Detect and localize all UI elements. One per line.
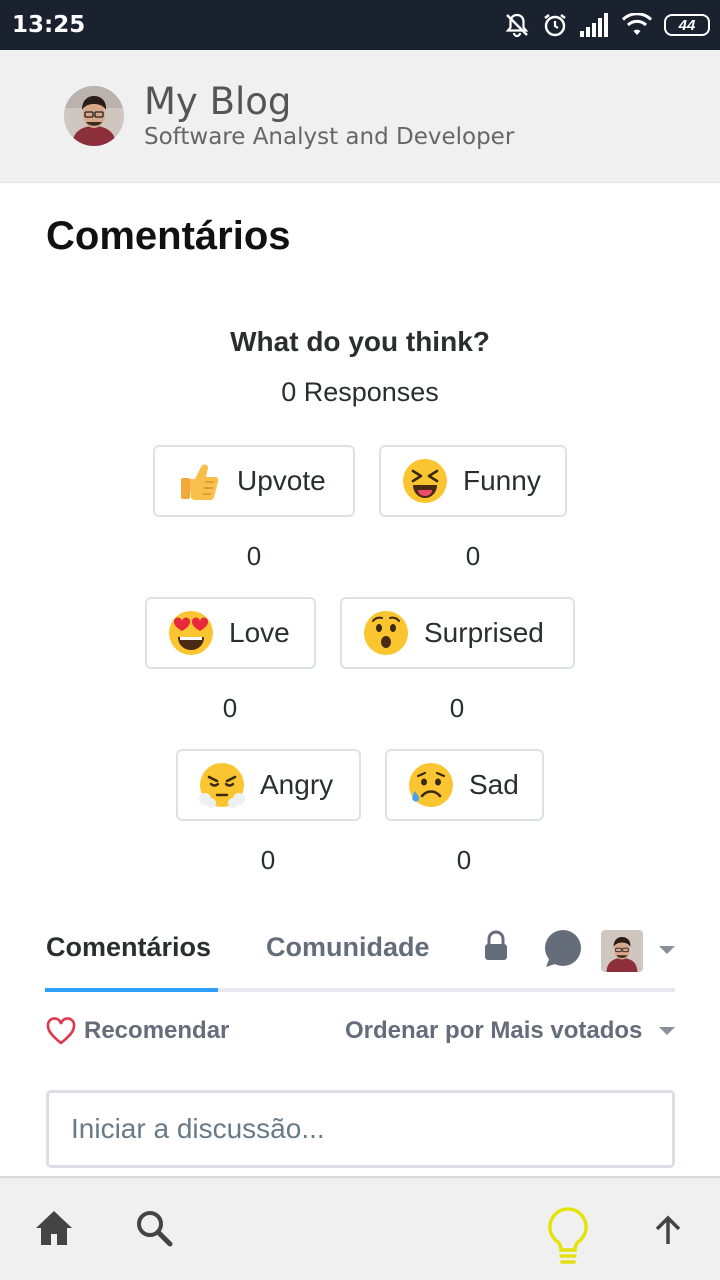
reaction-label: Upvote	[237, 465, 326, 496]
reaction-surprised-button[interactable]: Surprised	[340, 597, 575, 669]
tabs-underline	[45, 988, 675, 992]
lock-icon[interactable]	[483, 930, 509, 967]
reaction-count-love: 0	[222, 693, 238, 723]
sort-dropdown[interactable]: Ordenar por Mais votados	[345, 1017, 642, 1045]
reaction-angry-button[interactable]: Angry	[176, 749, 361, 821]
chat-bubble-icon[interactable]	[542, 929, 582, 974]
wifi-icon	[622, 13, 652, 37]
reaction-love-button[interactable]: Love	[145, 597, 316, 669]
reactions-question: What do you think?	[230, 326, 490, 357]
reaction-label: Funny	[463, 465, 541, 496]
search-icon[interactable]	[134, 1208, 174, 1253]
alarm-icon	[542, 12, 568, 38]
blog-header[interactable]: My Blog Software Analyst and Developer	[0, 50, 720, 183]
blog-subtitle: Software Analyst and Developer	[144, 124, 515, 150]
reaction-label: Sad	[469, 769, 519, 800]
reaction-count-surprised: 0	[449, 693, 465, 723]
status-bar: 13:25 44	[0, 0, 720, 50]
signal-icon	[580, 13, 610, 37]
bottom-nav	[0, 1176, 720, 1280]
notifications-off-icon	[504, 12, 530, 38]
page-title: Comentários	[46, 214, 291, 258]
tab-community[interactable]: Comunidade	[266, 932, 430, 963]
sort-chevron-down-icon[interactable]	[659, 1027, 675, 1035]
sad-sweat-icon	[409, 763, 453, 807]
discussion-placeholder: Iniciar a discussão...	[71, 1113, 325, 1144]
discussion-input[interactable]: Iniciar a discussão...	[46, 1090, 675, 1168]
battery-level: 44	[678, 16, 696, 34]
reaction-label: Angry	[260, 769, 334, 800]
user-avatar[interactable]	[601, 930, 643, 972]
account-chevron-down-icon[interactable]	[659, 946, 675, 954]
reaction-count-sad: 0	[456, 845, 472, 875]
battery-icon: 44	[664, 14, 710, 36]
reaction-label: Surprised	[424, 617, 544, 648]
status-time: 13:25	[12, 12, 86, 38]
squinting-tongue-icon	[403, 459, 447, 503]
avatar[interactable]	[64, 86, 124, 146]
arrow-up-icon[interactable]	[652, 1214, 684, 1251]
thumbs-up-icon	[181, 464, 219, 500]
reaction-count-angry: 0	[260, 845, 276, 875]
steam-from-nose-icon	[199, 763, 245, 808]
reaction-sad-button[interactable]: Sad	[385, 749, 544, 821]
reaction-count-upvote: 0	[246, 541, 262, 571]
reaction-count-funny: 0	[465, 541, 481, 571]
responses-count: 0 Responses	[281, 377, 439, 407]
recommend-button[interactable]: Recomendar	[46, 1017, 229, 1045]
heart-eyes-icon	[169, 611, 213, 655]
heart-icon	[46, 1017, 76, 1045]
active-tab-indicator	[45, 988, 218, 992]
lightbulb-icon[interactable]	[546, 1206, 590, 1273]
reaction-funny-button[interactable]: Funny	[379, 445, 567, 517]
recommend-label: Recomendar	[84, 1017, 230, 1044]
surprised-icon	[364, 611, 408, 655]
home-icon[interactable]	[34, 1208, 74, 1253]
blog-title[interactable]: My Blog	[144, 80, 291, 123]
reaction-label: Love	[229, 617, 290, 648]
reaction-upvote-button[interactable]: Upvote	[153, 445, 355, 517]
tab-comments[interactable]: Comentários	[46, 932, 211, 963]
